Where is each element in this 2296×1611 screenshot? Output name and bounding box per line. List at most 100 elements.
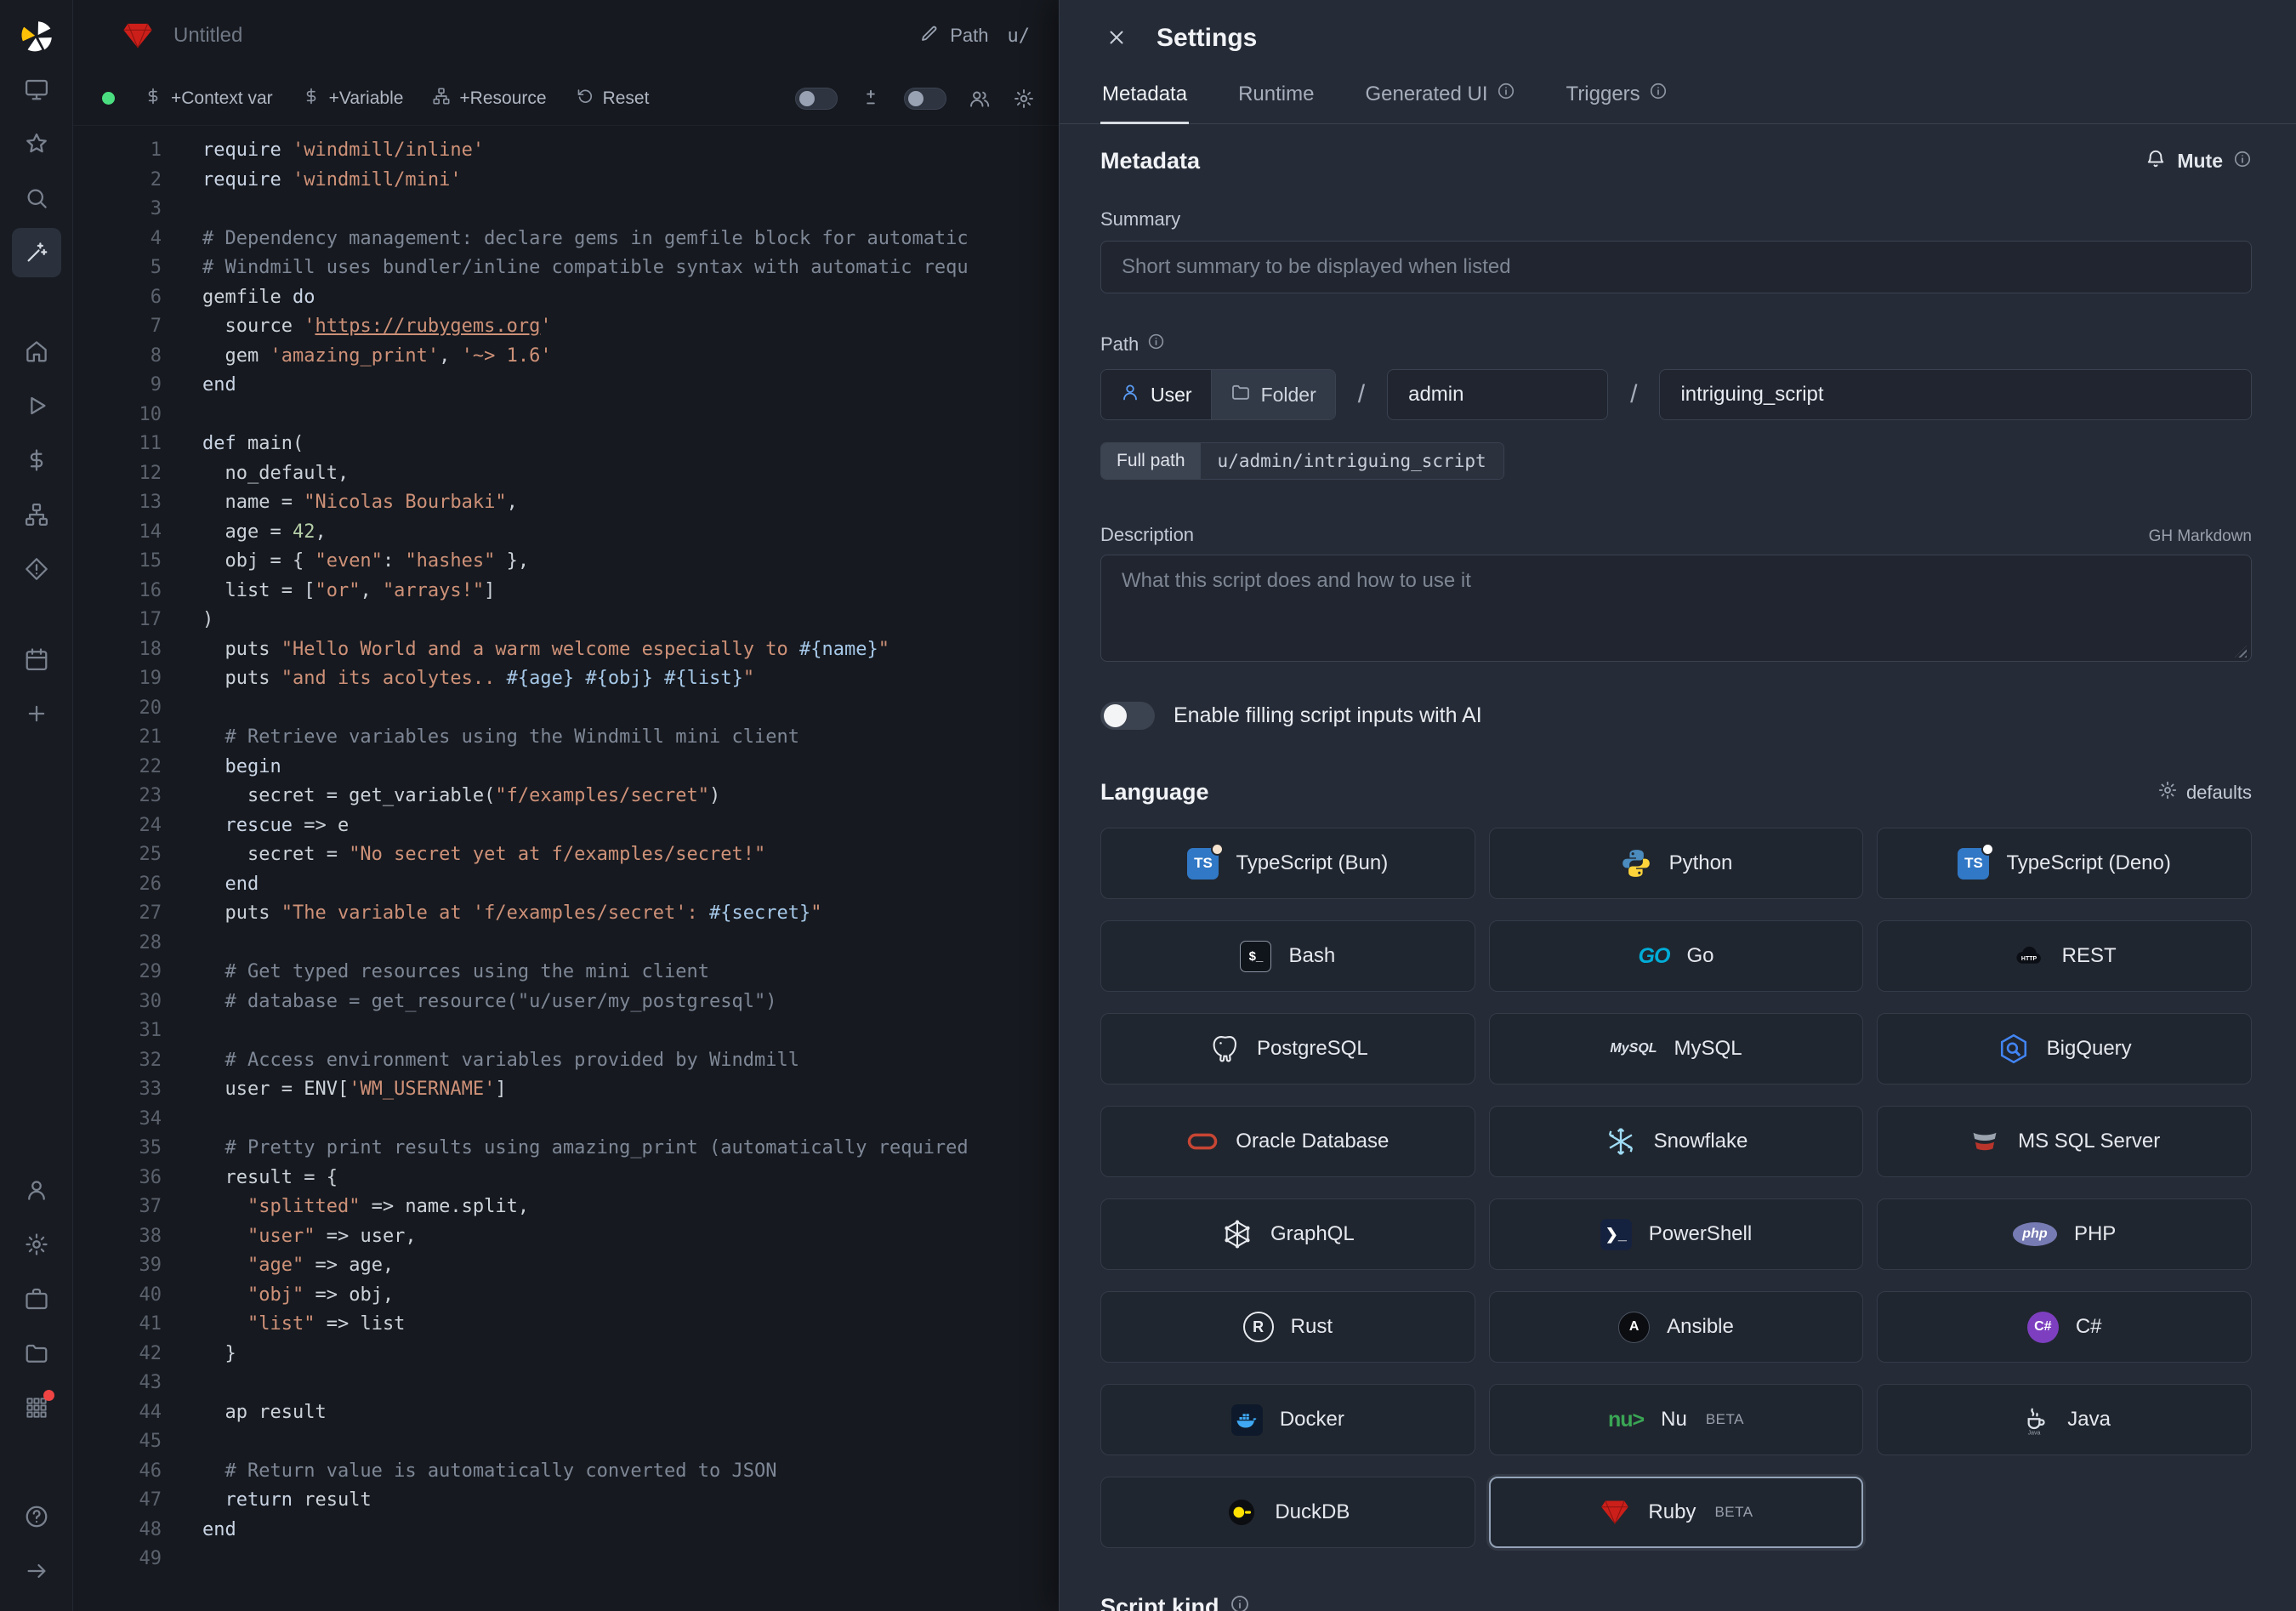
close-settings-button[interactable] [1097,19,1136,58]
tab-metadata[interactable]: Metadata [1100,70,1189,124]
code-line: end [202,870,1059,900]
language-label: Ruby [1648,1500,1696,1524]
language-go[interactable]: GOGo [1489,920,1864,992]
language-c-[interactable]: C#C# [1877,1291,2252,1363]
sidebar-item-dollar[interactable] [12,435,61,485]
resource-icon [432,87,451,111]
sidebar-item-monitor[interactable] [12,65,61,114]
info-icon [2233,150,2252,173]
path-owner-input[interactable] [1387,369,1608,420]
sidebar-item-folder[interactable] [12,1329,61,1378]
python-icon [1620,847,1652,880]
path-controls: User Folder / / [1100,369,2252,420]
sidebar-item-nodes[interactable] [12,490,61,539]
defaults-label: defaults [2186,782,2252,804]
plus-minus-icon[interactable] [860,88,882,110]
sidebar-item-diamond[interactable] [12,544,61,594]
language-typescript-deno-[interactable]: TSTypeScript (Deno) [1877,828,2252,899]
language-label: Rust [1291,1315,1333,1339]
tab-runtime[interactable]: Runtime [1236,70,1316,124]
language-duckdb[interactable]: DuckDB [1100,1477,1475,1548]
script-name-input[interactable] [1659,369,2252,420]
sidebar-item-calendar[interactable] [12,635,61,684]
language-ms-sql-server[interactable]: MS SQL Server [1877,1106,2252,1177]
mute-control[interactable]: Mute [2145,148,2252,174]
settings-header: Settings [1060,0,2296,70]
code-line: "list" => list [202,1310,1059,1340]
language-heading: Language [1100,779,1209,806]
line-number: 7 [73,312,162,342]
sidebar-item-star[interactable] [12,119,61,168]
owner-kind-folder[interactable]: Folder [1211,370,1335,419]
editor-settings-gear-icon[interactable] [1013,88,1035,110]
line-number-gutter: 1234567891011121314151617181920212223242… [73,136,173,1611]
language-java[interactable]: JavaJava [1877,1384,2252,1455]
language-powershell[interactable]: ❯_PowerShell [1489,1198,1864,1270]
sidebar-item-search[interactable] [12,174,61,223]
code-line: require 'windmill/inline' [202,136,1059,166]
powershell-icon: ❯_ [1600,1219,1632,1250]
owner-kind-user[interactable]: User [1101,370,1211,419]
sidebar-item-gear[interactable] [12,1220,61,1269]
language-rust[interactable]: RRust [1100,1291,1475,1363]
language-docker[interactable]: Docker [1100,1384,1475,1455]
windmill-logo[interactable] [13,12,60,65]
tab-generated-ui[interactable]: Generated UI [1363,70,1516,124]
editor-topbar: Path u/ [73,0,1059,71]
reset-button[interactable]: Reset [576,87,650,111]
sidebar-group [12,65,61,277]
defaults-button[interactable]: defaults [2157,780,2252,806]
summary-label: Summary [1100,208,2252,231]
code-line: # Return value is automatically converte… [202,1457,1059,1487]
language-python[interactable]: Python [1489,828,1864,899]
language-label: DuckDB [1275,1500,1350,1524]
add-variable-button[interactable]: +Variable [302,87,404,111]
language-ansible[interactable]: AAnsible [1489,1291,1864,1363]
summary-input[interactable] [1100,241,2252,293]
language-typescript-bun-[interactable]: TSTypeScript (Bun) [1100,828,1475,899]
language-mysql[interactable]: MySQLMySQL [1489,1013,1864,1084]
sidebar-item-arrow-right[interactable] [12,1546,61,1596]
add-resource-button[interactable]: +Resource [432,87,546,111]
diff-toggle[interactable] [795,88,838,110]
language-postgresql[interactable]: PostgreSQL [1100,1013,1475,1084]
path-separator: / [1358,380,1365,409]
language-snowflake[interactable]: Snowflake [1489,1106,1864,1177]
sidebar-item-user[interactable] [12,1165,61,1215]
full-path-label: Full path [1101,443,1201,479]
line-number: 25 [73,840,162,870]
sidebar-item-home[interactable] [12,327,61,376]
toolbar-right [795,88,1035,110]
language-bash[interactable]: $_Bash [1100,920,1475,992]
sidebar-item-briefcase[interactable] [12,1274,61,1324]
language-bigquery[interactable]: BigQuery [1877,1013,2252,1084]
language-php[interactable]: phpPHP [1877,1198,2252,1270]
description-textarea[interactable] [1100,555,2252,662]
tab-triggers[interactable]: Triggers [1565,70,1669,124]
sidebar-item-help[interactable] [12,1492,61,1541]
edit-path-button[interactable]: Path [919,23,988,48]
language-ruby[interactable]: RubyBETA [1489,1477,1864,1548]
sidebar-item-grid[interactable] [12,1383,61,1432]
line-number: 5 [73,253,162,283]
ai-fill-toggle[interactable] [1100,702,1155,730]
language-nu[interactable]: nu>NuBETA [1489,1384,1864,1455]
sidebar-item-plus[interactable] [12,689,61,738]
language-oracle-database[interactable]: Oracle Database [1100,1106,1475,1177]
java-icon: Java [2018,1403,2050,1436]
line-number: 30 [73,988,162,1017]
sidebar-item-wand[interactable] [12,228,61,277]
code-line: no_default, [202,459,1059,489]
code-line [202,1016,1059,1046]
code-editor[interactable]: 1234567891011121314151617181920212223242… [73,126,1059,1611]
multiplayer-toggle[interactable] [904,88,946,110]
language-graphql[interactable]: GraphQL [1100,1198,1475,1270]
dollar-icon [144,87,162,111]
sidebar-item-play[interactable] [12,381,61,430]
ts-deno-icon: TS [1958,848,1989,880]
users-icon[interactable] [969,88,991,110]
language-rest[interactable]: HTTPREST [1877,920,2252,992]
code-line: puts "Hello World and a warm welcome esp… [202,635,1059,665]
script-title-input[interactable] [173,24,531,48]
add-context-var-button[interactable]: +Context var [144,87,273,111]
